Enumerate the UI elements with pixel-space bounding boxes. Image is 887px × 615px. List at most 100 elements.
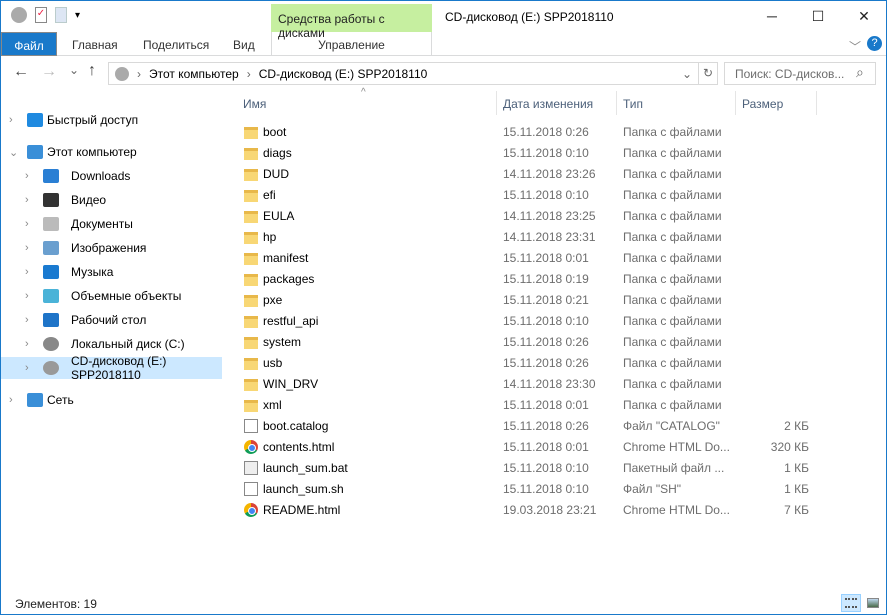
file-row[interactable]: DUD 14.11.2018 23:26 Папка с файлами [235, 164, 825, 185]
file-row[interactable]: EULA 14.11.2018 23:25 Папка с файлами [235, 206, 825, 227]
chevron-right-icon[interactable]: › [25, 266, 29, 278]
column-type[interactable]: Тип [623, 97, 643, 111]
file-date: 15.11.2018 0:21 [503, 293, 589, 307]
file-date: 15.11.2018 0:26 [503, 335, 589, 349]
file-type: Папка с файлами [623, 377, 722, 391]
file-row[interactable]: README.html 19.03.2018 23:21 Chrome HTML D… [235, 500, 825, 521]
address-bar[interactable]: › Этот компьютер › CD-дисковод (E:) SPP2… [108, 62, 699, 85]
sidebar-item[interactable]: › Локальный диск (C:) [1, 333, 222, 355]
file-row[interactable]: efi 15.11.2018 0:10 Папка с файлами [235, 185, 825, 206]
chevron-right-icon[interactable]: › [25, 170, 29, 182]
title-bar: ✓ ▾ Средства работы с дисками CD-дисково… [1, 1, 887, 40]
network-icon [27, 393, 43, 407]
file-name: WIN_DRV [263, 377, 319, 391]
desktop-icon [43, 313, 59, 327]
chevron-right-icon[interactable]: › [25, 242, 29, 254]
file-row[interactable]: boot 15.11.2018 0:26 Папка с файлами [235, 122, 825, 143]
tab-share[interactable]: Поделиться [143, 32, 209, 56]
chevron-right-icon[interactable]: › [25, 314, 29, 326]
large-icons-view-button[interactable] [863, 594, 883, 612]
sidebar-item[interactable]: › Изображения [1, 237, 222, 259]
properties-icon[interactable]: ✓ [35, 7, 47, 23]
file-name: system [263, 335, 302, 349]
chevron-right-icon[interactable]: › [25, 194, 29, 206]
sidebar-item[interactable]: › Объемные объекты [1, 285, 222, 307]
file-size: 7 КБ [784, 503, 809, 517]
sidebar-item[interactable]: › Видео [1, 189, 222, 211]
help-icon[interactable]: ? [867, 36, 882, 51]
file-row[interactable]: contents.html 15.11.2018 0:01 Chrome HTML … [235, 437, 825, 458]
documents-icon [43, 217, 59, 231]
file-row[interactable]: usb 15.11.2018 0:26 Папка с файлами [235, 353, 825, 374]
sidebar-item-label: Документы [71, 217, 133, 231]
ribbon-collapse-icon[interactable]: ﹀ [849, 32, 861, 56]
back-button[interactable]: ← [13, 63, 29, 81]
details-view-button[interactable] [841, 594, 861, 612]
tab-home[interactable]: Главная [72, 32, 118, 56]
breadcrumb-this-pc[interactable]: Этот компьютер [149, 67, 239, 81]
new-folder-icon[interactable] [55, 7, 67, 23]
recent-locations-button[interactable]: ⌄ [69, 63, 79, 77]
file-name: pxe [263, 293, 283, 307]
file-row[interactable]: packages 15.11.2018 0:19 Папка с файлами [235, 269, 825, 290]
customize-qat-icon[interactable]: ▾ [75, 10, 80, 21]
file-row[interactable]: WIN_DRV 14.11.2018 23:30 Папка с файлами [235, 374, 825, 395]
chevron-right-icon[interactable]: › [9, 114, 13, 126]
folder-icon [244, 211, 258, 223]
sidebar-item-label: CD-дисковод (E:) SPP2018110 [71, 354, 167, 382]
tab-view[interactable]: Вид [233, 32, 255, 56]
forward-button[interactable]: → [41, 63, 57, 81]
breadcrumb-cd-drive[interactable]: CD-дисковод (E:) SPP2018110 [259, 67, 428, 81]
file-row[interactable]: boot.catalog 15.11.2018 0:26 Файл "CATALOG… [235, 416, 825, 437]
sidebar-item[interactable]: › Downloads [1, 165, 222, 187]
up-button[interactable]: ↑ [88, 62, 96, 80]
sidebar-item-label: Downloads [71, 169, 131, 183]
file-date: 14.11.2018 23:31 [503, 230, 596, 244]
sidebar-item[interactable]: ⌄ Этот компьютер [1, 141, 222, 163]
chevron-right-icon[interactable]: › [25, 362, 29, 374]
sidebar-item[interactable]: › Рабочий стол [1, 309, 222, 331]
file-date: 15.11.2018 0:26 [503, 356, 589, 370]
column-size[interactable]: Размер [742, 97, 783, 111]
file-row[interactable]: hp 14.11.2018 23:31 Папка с файлами [235, 227, 825, 248]
minimize-button[interactable]: ─ [749, 1, 795, 31]
chrome-html-icon [244, 440, 258, 454]
file-date: 15.11.2018 0:10 [503, 482, 589, 496]
close-button[interactable]: ✕ [841, 1, 887, 31]
file-row[interactable]: manifest 15.11.2018 0:01 Папка с файлами [235, 248, 825, 269]
folder-icon [244, 148, 258, 160]
sidebar-item[interactable]: › CD-дисковод (E:) SPP2018110 [1, 354, 222, 382]
file-row[interactable]: launch_sum.bat 15.11.2018 0:10 Пакетный фа… [235, 458, 825, 479]
sidebar-item[interactable]: › Документы [1, 213, 222, 235]
sidebar-item[interactable]: › Быстрый доступ [1, 109, 222, 131]
cd-drive-icon [43, 361, 59, 375]
sidebar-item[interactable]: › Музыка [1, 261, 222, 283]
folder-icon [244, 316, 258, 328]
file-row[interactable]: restful_api 15.11.2018 0:10 Папка с файлам… [235, 311, 825, 332]
column-name[interactable]: Имя [243, 97, 266, 111]
file-row[interactable]: xml 15.11.2018 0:01 Папка с файлами [235, 395, 825, 416]
file-row[interactable]: pxe 15.11.2018 0:21 Папка с файлами [235, 290, 825, 311]
file-type: Файл "SH" [623, 482, 682, 496]
file-type: Папка с файлами [623, 398, 722, 412]
chevron-right-icon[interactable]: › [9, 394, 13, 406]
file-name: boot [263, 125, 287, 139]
tab-file[interactable]: Файл [1, 32, 57, 56]
details-view-icon [845, 598, 857, 608]
search-input[interactable]: Поиск: CD-дисков... [724, 62, 876, 85]
window-title: CD-дисковод (E:) SPP2018110 [445, 10, 614, 24]
chevron-down-icon[interactable]: ⌄ [9, 146, 18, 159]
column-date[interactable]: Дата изменения [503, 97, 593, 111]
file-row[interactable]: diags 15.11.2018 0:10 Папка с файлами [235, 143, 825, 164]
folder-icon [244, 337, 258, 349]
address-dropdown[interactable]: ⌄ [682, 67, 692, 81]
file-row[interactable]: launch_sum.sh 15.11.2018 0:10 Файл "SH" 1 К… [235, 479, 825, 500]
chevron-right-icon[interactable]: › [25, 338, 29, 350]
sidebar-item[interactable]: › Сеть [1, 389, 222, 411]
refresh-button[interactable]: ↻ [698, 62, 718, 85]
file-row[interactable]: system 15.11.2018 0:26 Папка с файлами [235, 332, 825, 353]
tab-manage[interactable]: Управление [271, 32, 432, 56]
chevron-right-icon[interactable]: › [25, 218, 29, 230]
chevron-right-icon[interactable]: › [25, 290, 29, 302]
maximize-button[interactable]: ☐ [795, 1, 841, 31]
